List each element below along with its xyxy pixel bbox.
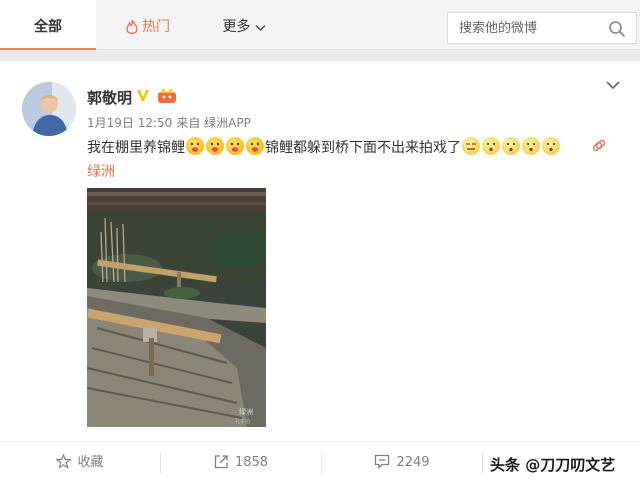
tab-hot-label: 热门: [142, 19, 170, 35]
post-meta: 1月19日 12:50 来自 绿洲APP: [87, 114, 251, 131]
comment-button[interactable]: 2249: [322, 442, 482, 482]
surprised-emoji-icon: [542, 137, 560, 155]
tongue-emoji-icon: [206, 137, 224, 155]
post-text-part2: 锦鲤都躲到桥下面不出来拍戏了: [265, 140, 461, 156]
watermark: 头条 @刀刀叨文艺: [490, 456, 616, 474]
post-photo-image: 绿洲 孔多拍: [87, 188, 266, 427]
tab-more[interactable]: 更多: [208, 0, 280, 50]
favorite-button[interactable]: 收藏: [0, 442, 160, 482]
star-icon: [55, 453, 73, 469]
action-bar: 收藏 1858 2249 头条 @刀刀叨文艺: [0, 441, 640, 482]
comment-icon: [375, 454, 390, 470]
divider: [482, 452, 483, 474]
avatar[interactable]: [22, 82, 76, 136]
post-text-part1: 我在棚里养锦鲤: [87, 140, 185, 156]
flame-icon: [126, 19, 138, 34]
avatar-image: [22, 82, 76, 136]
tongue-emoji-icon: [246, 137, 264, 155]
tab-all-label: 全部: [34, 19, 62, 35]
tab-more-label: 更多: [222, 19, 251, 35]
share-count: 1858: [234, 455, 269, 470]
link-icon[interactable]: [591, 138, 607, 154]
photo-caption-line1: 绿洲: [239, 407, 253, 416]
tab-all[interactable]: 全部: [0, 0, 96, 50]
search-icon[interactable]: [608, 20, 626, 38]
tongue-emoji-icon: [186, 137, 204, 155]
comment-count: 2249: [396, 455, 430, 470]
post-photo[interactable]: 绿洲 孔多拍: [87, 188, 266, 427]
post-card: 郭敬明 1月19日 12:50 来自 绿洲APP 我在棚里养锦鲤 锦鲤都躲到桥下面不…: [0, 60, 640, 482]
surprised-emoji-icon: [522, 137, 540, 155]
verified-badge-icon: [137, 90, 149, 101]
share-icon: [214, 455, 228, 469]
share-button[interactable]: 1858: [161, 442, 321, 482]
chevron-down-icon[interactable]: [606, 80, 620, 90]
post-source[interactable]: 来自 绿洲APP: [176, 116, 251, 130]
chevron-down-icon: [254, 24, 266, 32]
member-crown-icon[interactable]: [157, 86, 177, 104]
search-box: [447, 12, 637, 44]
topic-link[interactable]: 绿洲: [87, 161, 115, 181]
post-date[interactable]: 1月19日 12:50: [87, 116, 172, 130]
tongue-emoji-icon: [226, 137, 244, 155]
surprised-emoji-icon: [502, 137, 520, 155]
post-text: 我在棚里养锦鲤 锦鲤都躲到桥下面不出来拍戏了: [87, 137, 587, 159]
surprised-emoji-icon: [482, 137, 500, 155]
tab-hot[interactable]: 热门: [112, 0, 184, 50]
search-input[interactable]: [449, 14, 599, 42]
photo-caption-line2: 孔多拍: [235, 418, 250, 425]
username[interactable]: 郭敬明: [87, 87, 132, 108]
zipped-mouth-emoji-icon: [462, 137, 480, 155]
favorite-label: 收藏: [77, 455, 104, 470]
tab-bar: 全部 热门 更多: [0, 0, 640, 50]
